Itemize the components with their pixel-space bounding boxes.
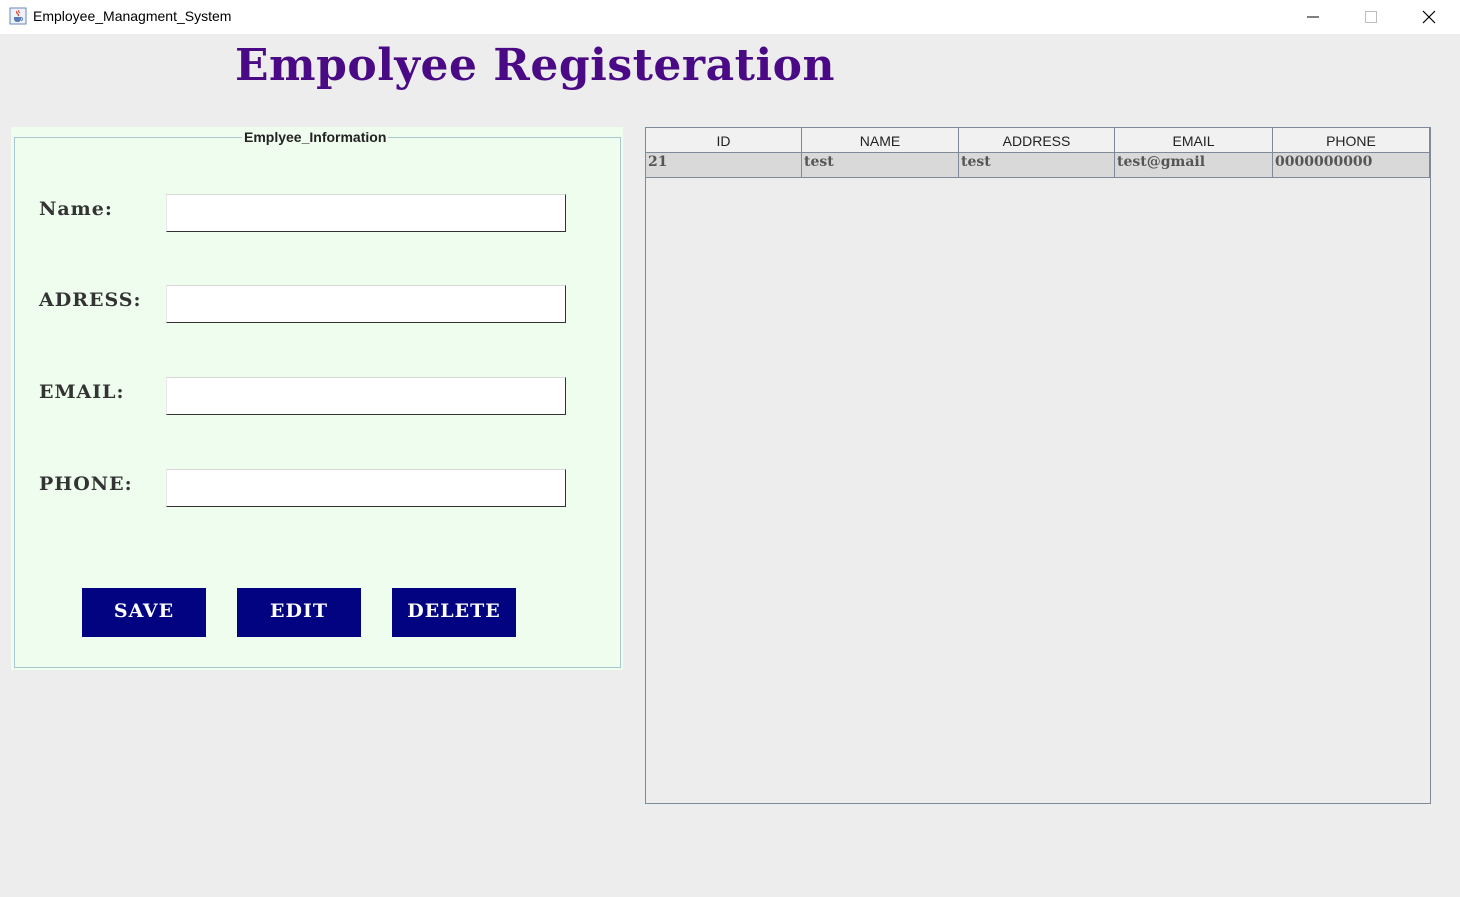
- column-header-phone[interactable]: PHONE: [1273, 128, 1430, 153]
- name-field[interactable]: [166, 194, 566, 232]
- close-button[interactable]: [1400, 0, 1458, 34]
- table-header: ID NAME ADDRESS EMAIL PHONE: [646, 128, 1430, 153]
- close-icon: [1422, 10, 1436, 24]
- table-cell-name[interactable]: test: [802, 153, 959, 178]
- table-cell-id[interactable]: 21: [646, 153, 802, 178]
- save-button[interactable]: SAVE: [82, 588, 206, 637]
- table-cell-address[interactable]: test: [959, 153, 1115, 178]
- phone-label: PHONE:: [39, 473, 133, 495]
- email-label: EMAIL:: [39, 381, 125, 403]
- edit-button[interactable]: EDIT: [237, 588, 361, 637]
- maximize-button[interactable]: [1342, 0, 1400, 34]
- column-header-email[interactable]: EMAIL: [1115, 128, 1273, 153]
- address-label: ADRESS:: [39, 289, 142, 311]
- employee-information-panel: Emplyee_Information Name: ADRESS: EMAIL:…: [11, 127, 623, 670]
- email-field[interactable]: [166, 377, 566, 415]
- window-titlebar: Employee_Managment_System: [0, 0, 1460, 34]
- delete-button[interactable]: DELETE: [392, 588, 516, 637]
- phone-field[interactable]: [166, 469, 566, 507]
- window-title: Employee_Managment_System: [33, 8, 232, 24]
- panel-legend: Emplyee_Information: [242, 129, 389, 145]
- maximize-icon: [1365, 11, 1377, 23]
- name-label: Name:: [39, 198, 113, 220]
- minimize-button[interactable]: [1284, 0, 1342, 34]
- table-cell-email[interactable]: test@gmail: [1115, 153, 1273, 178]
- column-header-name[interactable]: NAME: [802, 128, 959, 153]
- minimize-icon: [1307, 16, 1319, 18]
- address-field[interactable]: [166, 285, 566, 323]
- table-cell-phone[interactable]: 0000000000: [1273, 153, 1430, 178]
- table-row[interactable]: 21 test test test@gmail 0000000000: [646, 153, 1430, 178]
- employee-table[interactable]: ID NAME ADDRESS EMAIL PHONE 21 test test…: [645, 127, 1431, 804]
- column-header-id[interactable]: ID: [646, 128, 802, 153]
- page-title: Empolyee Registeration: [235, 40, 835, 91]
- column-header-address[interactable]: ADDRESS: [959, 128, 1115, 153]
- java-cup-icon: [9, 7, 27, 25]
